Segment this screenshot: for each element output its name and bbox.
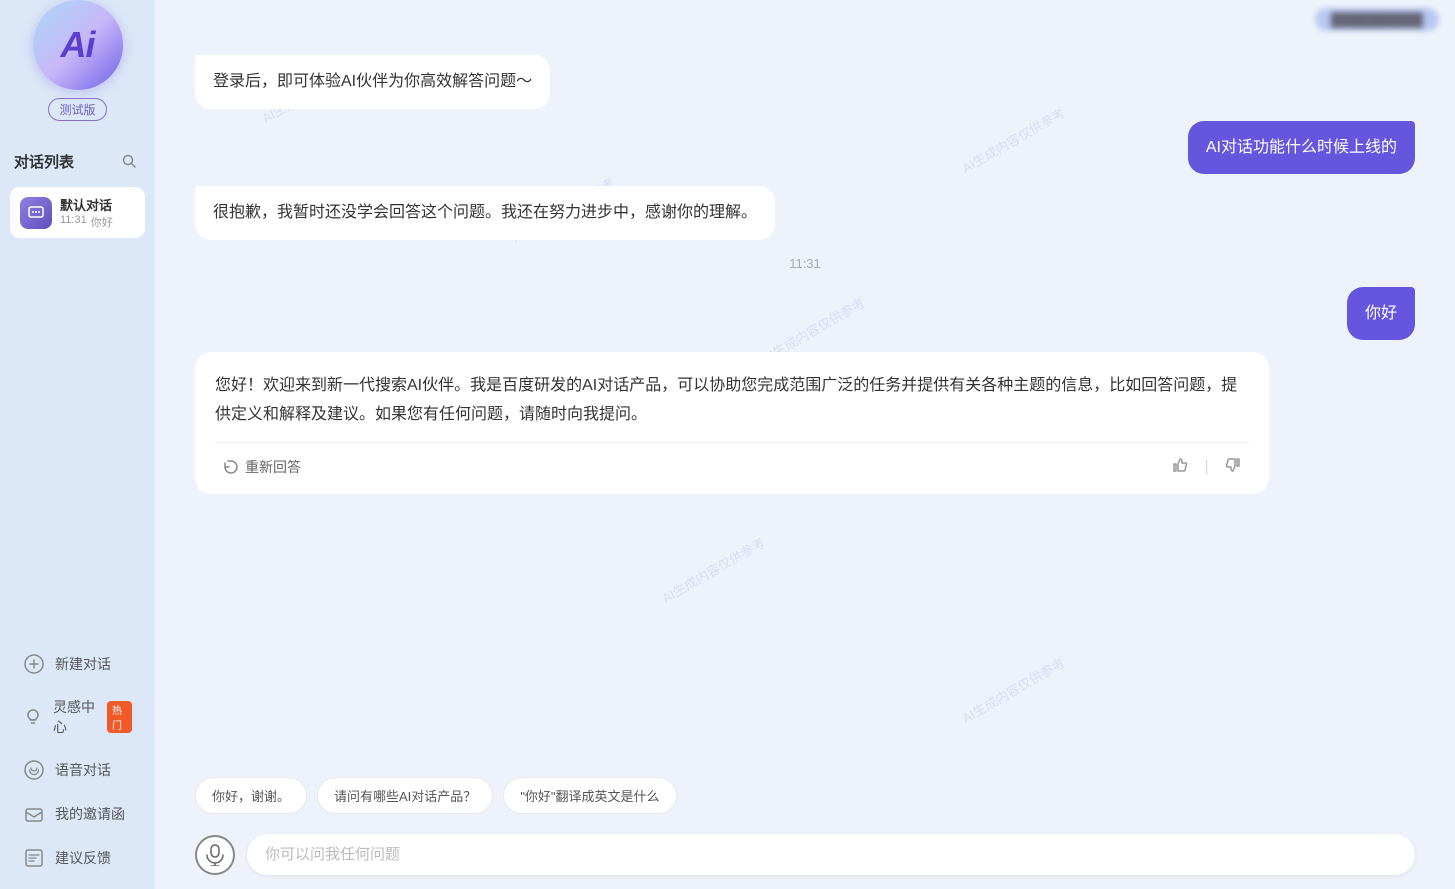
top-bar: ██████████ [155, 0, 1455, 39]
invite-icon [23, 803, 45, 825]
action-bar: 重新回答 | [215, 442, 1249, 482]
message-bubble: 登录后，即可体验AI伙伴为你高效解答问题～ [195, 55, 550, 109]
conv-time: 11:31 [60, 214, 87, 230]
messages-area: 登录后，即可体验AI伙伴为你高效解答问题～ AI对话功能什么时候上线的 很抱歉，… [155, 39, 1455, 767]
quick-prompts: 你好，谢谢。 请问有哪些AI对话产品？ "你好"翻译成英文是什么 [155, 767, 1455, 824]
message-bubble: 你好 [1347, 287, 1415, 341]
message-text: 很抱歉，我暂时还没学会回答这个问题。我还在努力进步中，感谢你的理解。 [213, 204, 757, 221]
nav-item-new-chat[interactable]: 新建对话 [15, 643, 140, 685]
logo-container: Ai 测试版 [0, 0, 155, 121]
nav-label-voice: 语音对话 [55, 760, 111, 780]
conv-avatar [20, 197, 52, 229]
message-bubble: AI对话功能什么时候上线的 [1188, 121, 1415, 175]
prompt-chip-2[interactable]: "你好"翻译成英文是什么 [503, 777, 676, 814]
nav-label-feedback: 建议反馈 [55, 848, 111, 868]
nav-item-inspiration[interactable]: 灵感中心 热门 [15, 687, 140, 747]
hot-badge: 热门 [107, 701, 132, 733]
voice-icon [23, 759, 45, 781]
prompt-chip-1[interactable]: 请问有哪些AI对话产品？ [317, 777, 493, 814]
sidebar: Ai 测试版 对话列表 [0, 0, 155, 889]
nav-label-new-chat: 新建对话 [55, 654, 111, 674]
nav-item-invite[interactable]: 我的邀请函 [15, 793, 140, 835]
nav-item-feedback[interactable]: 建议反馈 [15, 837, 140, 879]
refresh-icon [223, 459, 239, 475]
logo-circle: Ai [33, 0, 123, 90]
vote-divider: | [1204, 458, 1208, 476]
refresh-label: 重新回答 [245, 457, 301, 477]
nav-label-inspiration: 灵感中心 [53, 697, 95, 737]
new-chat-icon [23, 653, 45, 675]
ai-response-row: 您好！欢迎来到新一代搜索AI伙伴。我是百度研发的AI对话产品，可以协助您完成范围… [195, 352, 1415, 494]
message-row: 你好 [195, 287, 1415, 341]
logo-ai-text: Ai [61, 24, 95, 66]
message-row: 很抱歉，我暂时还没学会回答这个问题。我还在努力进步中，感谢你的理解。 [195, 186, 1415, 240]
message-bubble: 很抱歉，我暂时还没学会回答这个问题。我还在努力进步中，感谢你的理解。 [195, 186, 775, 240]
ai-response-text: 您好！欢迎来到新一代搜索AI伙伴。我是百度研发的AI对话产品，可以协助您完成范围… [215, 372, 1249, 430]
inspiration-icon [23, 706, 43, 728]
prompt-chip-0[interactable]: 你好，谢谢。 [195, 777, 307, 814]
thumbs-up-button[interactable] [1164, 453, 1196, 482]
conv-section-title: 对话列表 [14, 151, 74, 172]
user-tag[interactable]: ██████████ [1315, 8, 1439, 31]
refresh-button[interactable]: 重新回答 [215, 453, 309, 481]
timestamp: 11:31 [195, 256, 1415, 271]
main-chat-area: AI生成内容仅供参考 AI生成内容仅供参考 AI生成内容仅供参考 AI生成内容仅… [155, 0, 1455, 889]
message-row: 登录后，即可体验AI伙伴为你高效解答问题～ [195, 55, 1415, 109]
message-text: 你好 [1365, 305, 1397, 322]
search-icon[interactable] [117, 149, 141, 173]
input-area [155, 824, 1455, 889]
thumbs-down-button[interactable] [1217, 453, 1249, 482]
conv-info: 默认对话 11:31 你好 [60, 195, 113, 230]
nav-label-invite: 我的邀请函 [55, 804, 125, 824]
beta-badge: 测试版 [48, 98, 106, 121]
message-row: AI对话功能什么时候上线的 [195, 121, 1415, 175]
conversation-section: 对话列表 默认对话 11:31 [0, 141, 155, 242]
conversation-item[interactable]: 默认对话 11:31 你好 [10, 187, 145, 238]
nav-item-voice[interactable]: 语音对话 [15, 749, 140, 791]
conv-header: 对话列表 [10, 141, 145, 181]
conv-text: 你好 [91, 214, 113, 230]
chat-input[interactable] [247, 834, 1415, 875]
conv-preview: 11:31 你好 [60, 214, 113, 230]
ai-response-block: 您好！欢迎来到新一代搜索AI伙伴。我是百度研发的AI对话产品，可以协助您完成范围… [195, 352, 1269, 494]
message-text: 登录后，即可体验AI伙伴为你高效解答问题～ [213, 73, 532, 90]
mic-button[interactable] [195, 835, 235, 875]
feedback-icon [23, 847, 45, 869]
mic-icon [206, 844, 224, 866]
conv-name: 默认对话 [60, 195, 113, 214]
nav-items: 新建对话 灵感中心 热门 语音对话 [0, 633, 155, 889]
message-text: AI对话功能什么时候上线的 [1206, 139, 1397, 156]
